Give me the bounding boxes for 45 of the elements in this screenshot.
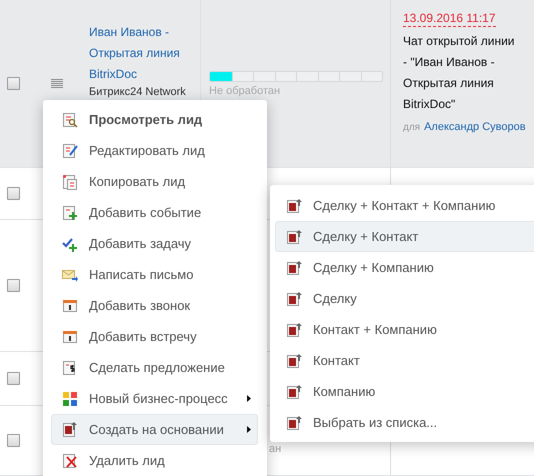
row-checkbox[interactable]	[7, 77, 20, 90]
menu-item[interactable]: Просмотреть лид	[51, 104, 258, 135]
document-search-icon	[62, 112, 78, 128]
lead-source: Битрикс24 Network	[89, 86, 186, 98]
menu-item[interactable]: Сделку + Компанию	[275, 252, 534, 283]
responsible-link[interactable]: Александр Суворов	[424, 121, 526, 133]
menu-item[interactable]: Написать письмо	[51, 259, 258, 290]
menu-item[interactable]: Добавить задачу	[51, 228, 258, 259]
menu-item[interactable]: Добавить событие	[51, 197, 258, 228]
row-checkbox[interactable]	[7, 187, 20, 200]
lead-title-link[interactable]: Иван Иванов - Открытая линия BitrixDoc	[89, 22, 196, 85]
row-checkbox[interactable]	[7, 279, 20, 292]
calendar-icon	[62, 298, 78, 314]
menu-item[interactable]: Компанию	[275, 376, 534, 407]
document-dollar-icon	[62, 360, 78, 376]
menu-item[interactable]: Сделку	[275, 283, 534, 314]
menu-item[interactable]: Сделать предложение	[51, 352, 258, 383]
menu-item[interactable]: Выбрать из списка...	[275, 407, 534, 438]
row-checkbox[interactable]	[7, 372, 20, 385]
menu-item[interactable]: Копировать лид	[51, 166, 258, 197]
caret-icon	[247, 426, 251, 433]
for-label: для	[403, 122, 420, 133]
document-cross-icon	[62, 452, 78, 468]
menu-item[interactable]: Добавить встречу	[51, 321, 258, 352]
menu-item[interactable]: Добавить звонок	[51, 290, 258, 321]
menu-icon[interactable]	[51, 78, 63, 88]
caret-icon	[247, 395, 251, 402]
status-label: ан	[269, 442, 282, 454]
activity-text: Чат открытой линии - "Иван Иванов - Открытая линия BitrixDoc"	[403, 33, 516, 113]
document-edit-icon	[62, 142, 78, 158]
document-plus-icon	[62, 204, 78, 220]
menu-item[interactable]: Новый бизнес-процесс	[51, 383, 258, 414]
menu-item[interactable]: Удалить лид	[51, 445, 258, 476]
calendar-icon	[62, 328, 78, 344]
status-label: Не обработан	[209, 84, 280, 96]
menu-item[interactable]: Создать на основании	[51, 414, 258, 445]
checkmark-plus-icon	[62, 236, 78, 252]
documents-copy-icon	[62, 174, 78, 190]
menu-item[interactable]: Редактировать лид	[51, 135, 258, 166]
menu-item[interactable]: Контакт + Компанию	[275, 314, 534, 345]
menu-item[interactable]: Сделку + Контакт + Компанию	[275, 190, 534, 221]
deadline-date[interactable]: 13.09.2016 11:17	[403, 10, 496, 27]
menu-item[interactable]: Сделку + Контакт	[275, 221, 534, 252]
menu-item[interactable]: Контакт	[275, 345, 534, 376]
row-checkbox[interactable]	[7, 434, 20, 447]
